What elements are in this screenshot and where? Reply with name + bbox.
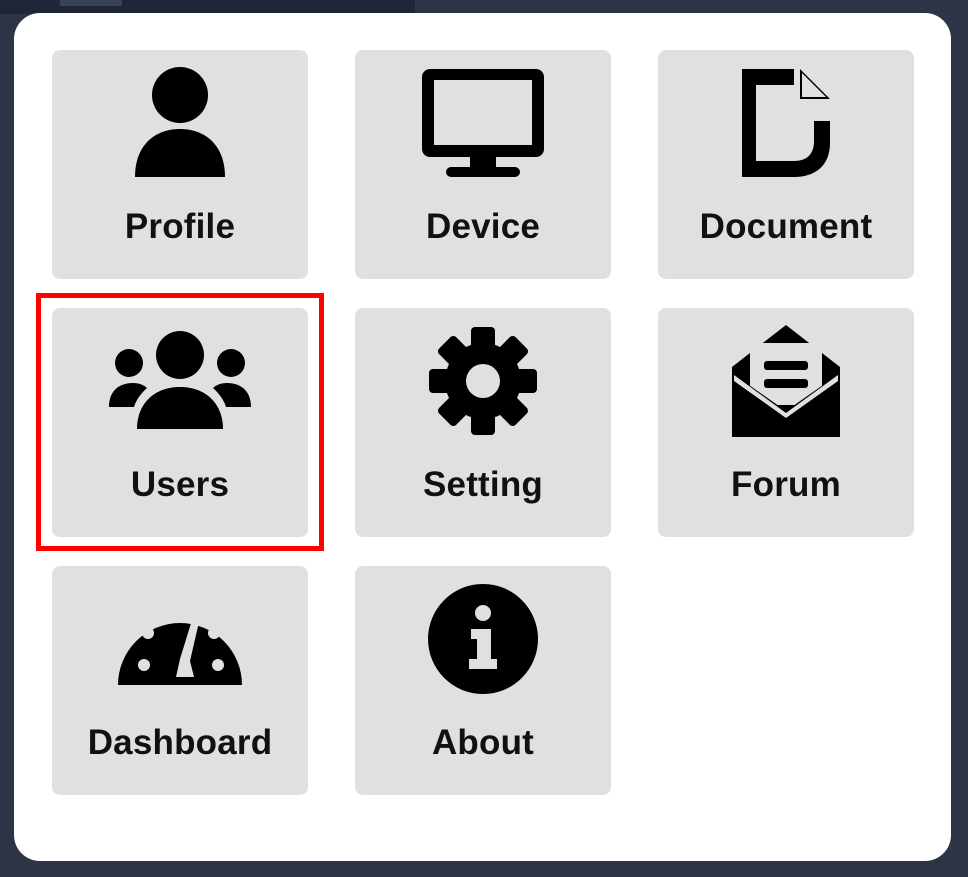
menu-item-label: Setting — [422, 465, 543, 504]
menu-item-dashboard[interactable]: Dashboard — [52, 566, 308, 795]
menu-item-label: Users — [130, 465, 230, 504]
menu-item-users[interactable]: Users — [52, 308, 308, 537]
menu-item-label: Dashboard — [87, 723, 273, 762]
menu-item-profile[interactable]: Profile — [52, 50, 308, 279]
users-icon — [52, 322, 308, 440]
menu-item-label: About — [431, 723, 535, 762]
menu-item-setting[interactable]: Setting — [355, 308, 611, 537]
document-icon — [658, 64, 914, 182]
user-icon — [52, 64, 308, 182]
info-icon — [355, 580, 611, 698]
menu-item-about[interactable]: About — [355, 566, 611, 795]
gear-icon — [355, 322, 611, 440]
gauge-icon — [52, 580, 308, 698]
backdrop-header-element — [60, 0, 122, 6]
menu-item-document[interactable]: Document — [658, 50, 914, 279]
menu-item-label: Forum — [731, 465, 841, 504]
menu-item-label: Profile — [124, 207, 236, 246]
envelope-open-icon — [658, 322, 914, 440]
menu-item-forum[interactable]: Forum — [658, 308, 914, 537]
app-menu-panel: Profile Device Document Users Setting Fo… — [14, 13, 951, 861]
menu-item-label: Document — [699, 207, 873, 246]
menu-item-label: Device — [425, 207, 541, 246]
menu-item-device[interactable]: Device — [355, 50, 611, 279]
monitor-icon — [355, 64, 611, 182]
